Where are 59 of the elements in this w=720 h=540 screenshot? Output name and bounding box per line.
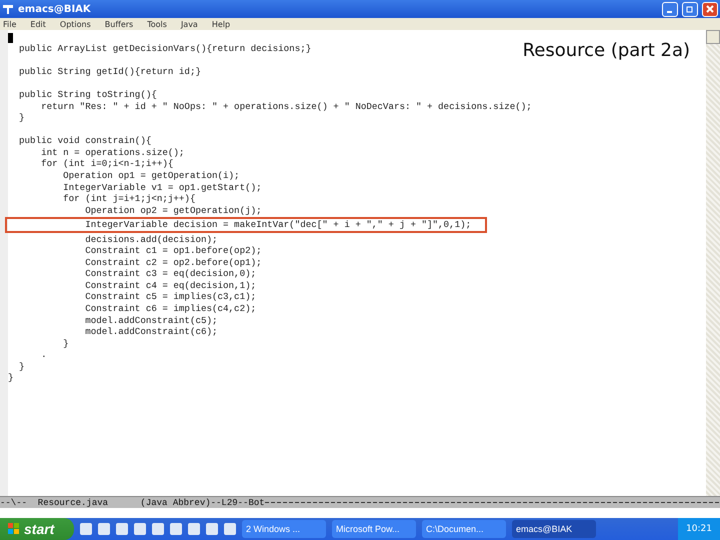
taskbar-button[interactable]: 2 Windows ... <box>242 520 326 538</box>
quick-launch-icon[interactable] <box>206 523 218 535</box>
scroll-up-button[interactable] <box>706 30 720 44</box>
quick-launch-icon[interactable] <box>116 523 128 535</box>
start-button[interactable]: start <box>0 518 74 540</box>
clock: 10:21 <box>686 524 712 534</box>
mode-line-text: --\-- Resource.java (Java Abbrev)--L29--Bot <box>0 498 265 508</box>
menu-item[interactable]: File <box>3 20 16 28</box>
code-line: for (int i=0;i<n-1;i++){ <box>40 158 174 170</box>
code-line: Constraint c4 = eq(decision,1); <box>84 280 256 292</box>
code-line: public void constrain(){ <box>18 135 152 147</box>
windows-flag-icon <box>8 523 20 535</box>
code-line: public String getId(){return id;} <box>18 66 201 80</box>
close-button[interactable] <box>702 2 718 16</box>
taskbar-button[interactable]: C:\Documen... <box>422 520 506 538</box>
code-line: IntegerVariable v1 = op1.getStart(); <box>62 182 262 194</box>
code-line: Operation op2 = getOperation(j); <box>84 204 262 216</box>
quick-launch-icon[interactable] <box>134 523 146 535</box>
code-line: model.addConstraint(c5); <box>84 314 218 326</box>
quick-launch-icon[interactable] <box>80 523 92 535</box>
minimize-button[interactable] <box>662 2 678 16</box>
menu-item[interactable]: Buffers <box>104 20 134 28</box>
code-line: return "Res: " + id + " NoOps: " + operations.size() + " NoDecVars: " + decisions.size(); <box>40 100 532 112</box>
code-line: } <box>8 372 14 384</box>
menu-item[interactable]: Options <box>60 20 91 28</box>
code-line: } <box>18 112 25 126</box>
code-line: model.addConstraint(c6); <box>84 326 218 338</box>
text-cursor <box>8 33 13 43</box>
taskbar-button[interactable]: emacs@BIAK <box>512 520 596 538</box>
code-line: Constraint c5 = implies(c3,c1); <box>84 291 256 304</box>
menu-item[interactable]: Help <box>212 20 230 28</box>
restore-icon <box>686 5 694 13</box>
code-line: Constraint c2 = op2.before(op1); <box>84 256 262 268</box>
code-line: decisions.add(decision); <box>84 234 218 246</box>
code-line: Constraint c6 = implies(c4,c2); <box>84 303 256 315</box>
quick-launch-icon[interactable] <box>152 523 164 535</box>
close-icon <box>706 5 714 13</box>
code-line: public ArrayList getDecisionVars(){return decisions;} <box>18 43 312 56</box>
code-line: int n = operations.size(); <box>40 146 184 158</box>
code-line: . <box>40 349 47 361</box>
code-line: Operation op1 = getOperation(i); <box>62 170 240 182</box>
quick-launch-icon[interactable] <box>188 523 200 535</box>
slide-title: Resource (part 2a) <box>522 40 690 61</box>
quick-launch-icon[interactable] <box>98 523 110 535</box>
menu-item[interactable]: Java <box>180 20 198 28</box>
code-line: Constraint c1 = op1.before(op2); <box>84 245 262 257</box>
app-icon <box>2 3 14 15</box>
restore-button[interactable] <box>682 2 698 16</box>
quick-launch-icon[interactable] <box>170 523 182 535</box>
menu-item[interactable]: Edit <box>30 20 46 28</box>
code-line: Constraint c3 = eq(decision,0); <box>84 268 256 280</box>
code-line: } <box>18 360 25 372</box>
taskbar-button[interactable]: Microsoft Pow... <box>332 520 416 538</box>
quick-launch-icon[interactable] <box>224 523 236 535</box>
code-line: for (int j=i+1;j<n;j++){ <box>62 193 196 205</box>
menu-item[interactable]: Tools <box>147 20 167 28</box>
code-line: } <box>62 338 69 350</box>
window-title: emacs@BIAK <box>18 4 92 14</box>
code-line: public String toString(){ <box>18 89 157 101</box>
